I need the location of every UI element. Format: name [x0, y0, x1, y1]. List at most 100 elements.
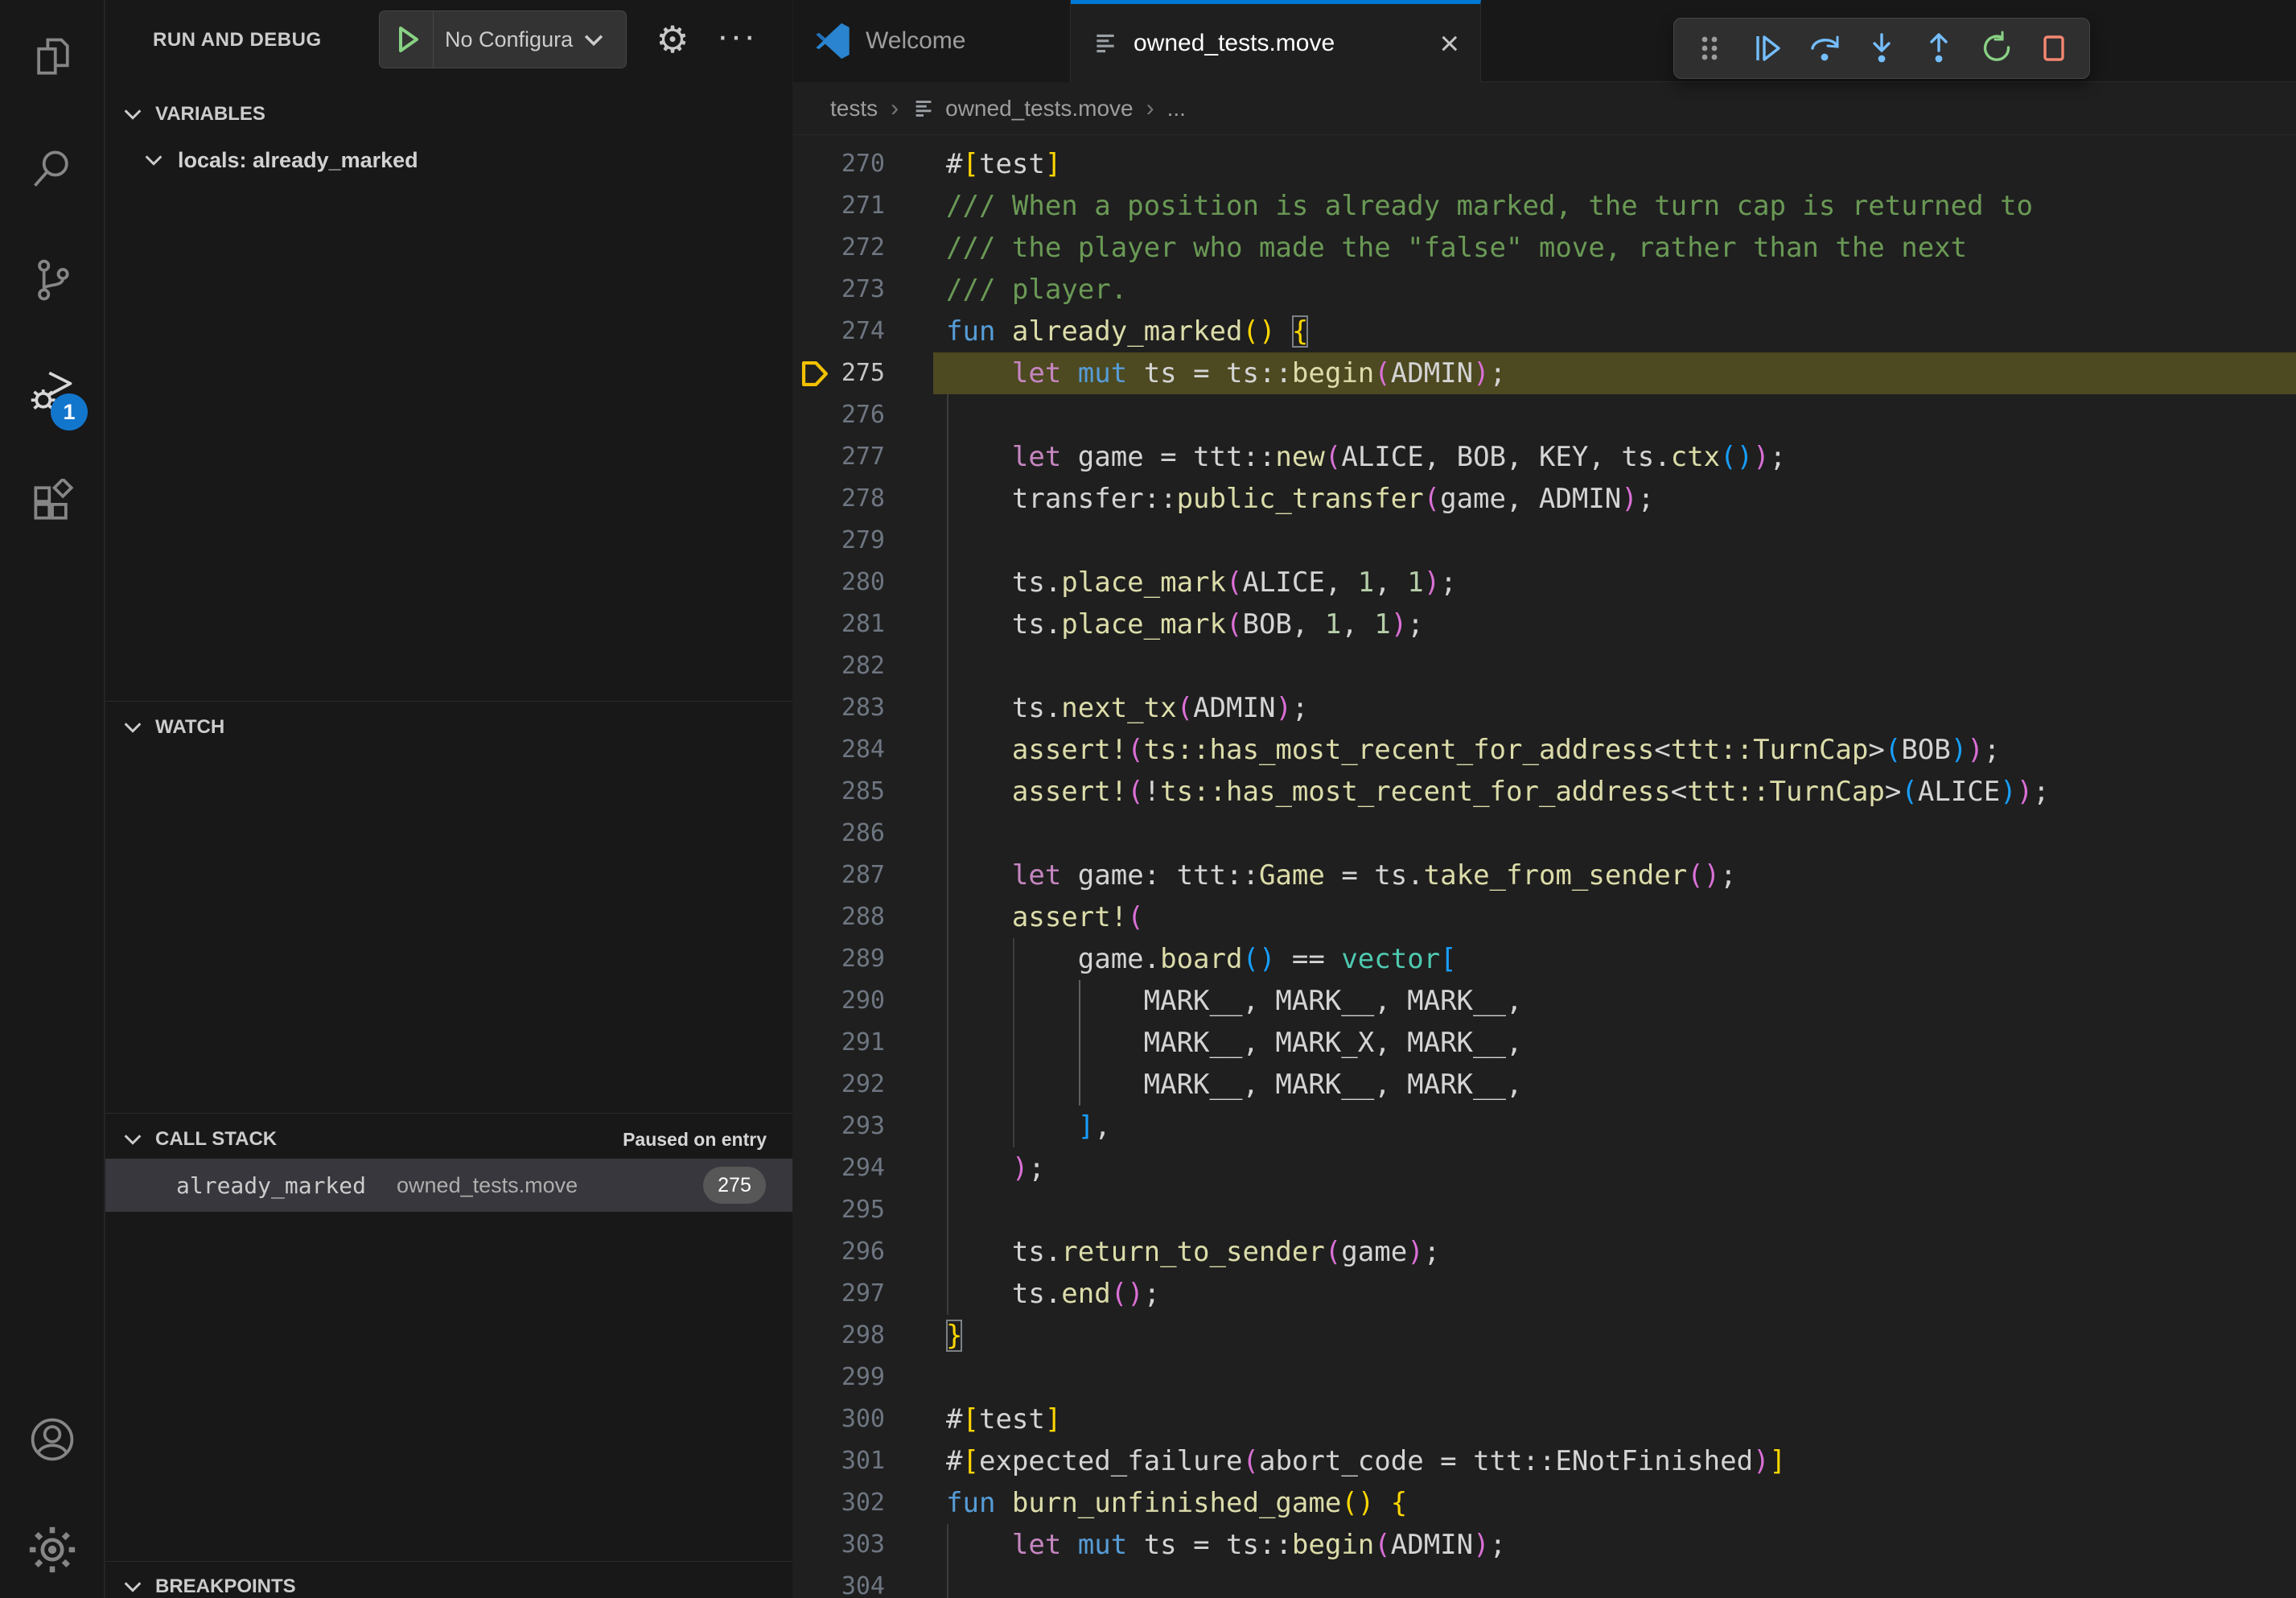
code-line-279[interactable]: 279	[793, 520, 2296, 562]
gutter-line-300[interactable]: 300	[793, 1398, 933, 1440]
gutter-line-303[interactable]: 303	[793, 1524, 933, 1566]
code-line-292[interactable]: 292 MARK__, MARK__, MARK__,	[793, 1064, 2296, 1106]
code-text[interactable]: #[test]	[933, 1398, 2296, 1440]
gutter-line-289[interactable]: 289	[793, 938, 933, 980]
gutter-line-280[interactable]: 280	[793, 562, 933, 603]
launch-configuration-dropdown[interactable]: No Configura	[379, 10, 627, 68]
account-icon[interactable]	[0, 1394, 104, 1485]
code-line-280[interactable]: 280 ts.place_mark(ALICE, 1, 1);	[793, 562, 2296, 603]
gutter-line-278[interactable]: 278	[793, 478, 933, 520]
gutter-line-284[interactable]: 284	[793, 729, 933, 771]
gutter-line-294[interactable]: 294	[793, 1147, 933, 1189]
code-line-272[interactable]: 272/// the player who made the "false" m…	[793, 227, 2296, 269]
code-text[interactable]	[933, 394, 2296, 436]
gutter-line-293[interactable]: 293	[793, 1106, 933, 1147]
source-control-icon[interactable]	[0, 235, 104, 325]
code-line-273[interactable]: 273/// player.	[793, 269, 2296, 311]
code-text[interactable]: let mut ts = ts::begin(ADMIN);	[933, 1524, 2296, 1566]
settings-gear-icon[interactable]	[0, 1505, 104, 1595]
gutter-line-275[interactable]: 275	[793, 352, 933, 394]
code-line-281[interactable]: 281 ts.place_mark(BOB, 1, 1);	[793, 603, 2296, 645]
code-text[interactable]: MARK__, MARK_X, MARK__,	[933, 1022, 2296, 1064]
code-text[interactable]: assert!(	[933, 896, 2296, 938]
code-line-302[interactable]: 302fun burn_unfinished_game() {	[793, 1482, 2296, 1524]
continue-button[interactable]	[1744, 26, 1789, 71]
code-text[interactable]: fun already_marked() {	[933, 311, 2296, 352]
code-line-284[interactable]: 284 assert!(ts::has_most_recent_for_addr…	[793, 729, 2296, 771]
gutter-line-290[interactable]: 290	[793, 980, 933, 1022]
gutter-line-286[interactable]: 286	[793, 813, 933, 855]
code-text[interactable]: game.board() == vector[	[933, 938, 2296, 980]
code-text[interactable]: ts.next_tx(ADMIN);	[933, 687, 2296, 729]
code-line-277[interactable]: 277 let game = ttt::new(ALICE, BOB, KEY,…	[793, 436, 2296, 478]
restart-button[interactable]	[1974, 26, 2019, 71]
code-line-296[interactable]: 296 ts.return_to_sender(game);	[793, 1231, 2296, 1273]
breadcrumb-tests[interactable]: tests	[830, 96, 878, 121]
gutter-line-270[interactable]: 270	[793, 143, 933, 185]
code-line-283[interactable]: 283 ts.next_tx(ADMIN);	[793, 687, 2296, 729]
gutter-line-297[interactable]: 297	[793, 1273, 933, 1315]
explorer-icon[interactable]	[0, 13, 104, 103]
code-text[interactable]: MARK__, MARK__, MARK__,	[933, 980, 2296, 1022]
gutter-line-281[interactable]: 281	[793, 603, 933, 645]
code-text[interactable]: ts.end();	[933, 1273, 2296, 1315]
code-text[interactable]	[933, 645, 2296, 687]
toolbar-drag-grip[interactable]	[1687, 26, 1732, 71]
gutter-line-296[interactable]: 296	[793, 1231, 933, 1273]
code-line-301[interactable]: 301#[expected_failure(abort_code = ttt::…	[793, 1440, 2296, 1482]
breadcrumb-symbol[interactable]: ...	[1167, 96, 1186, 121]
gutter-line-277[interactable]: 277	[793, 436, 933, 478]
code-text[interactable]: /// player.	[933, 269, 2296, 311]
code-line-299[interactable]: 299	[793, 1357, 2296, 1398]
code-line-282[interactable]: 282	[793, 645, 2296, 687]
code-line-303[interactable]: 303 let mut ts = ts::begin(ADMIN);	[793, 1524, 2296, 1566]
code-line-297[interactable]: 297 ts.end();	[793, 1273, 2296, 1315]
code-line-304[interactable]: 304	[793, 1566, 2296, 1598]
code-text[interactable]: ],	[933, 1106, 2296, 1147]
gutter-line-283[interactable]: 283	[793, 687, 933, 729]
gutter-line-292[interactable]: 292	[793, 1064, 933, 1106]
code-text[interactable]	[933, 1357, 2296, 1398]
gutter-line-295[interactable]: 295	[793, 1189, 933, 1231]
views-more-actions-icon[interactable]: ···	[710, 10, 763, 63]
call-stack-section-header[interactable]: CALL STACK Paused on entry	[105, 1118, 792, 1160]
code-text[interactable]: ts.place_mark(BOB, 1, 1);	[933, 603, 2296, 645]
code-text[interactable]: MARK__, MARK__, MARK__,	[933, 1064, 2296, 1106]
code-text[interactable]: ts.return_to_sender(game);	[933, 1231, 2296, 1273]
gutter-line-288[interactable]: 288	[793, 896, 933, 938]
call-stack-frame-row[interactable]: already_marked owned_tests.move 275	[105, 1159, 792, 1212]
code-line-290[interactable]: 290 MARK__, MARK__, MARK__,	[793, 980, 2296, 1022]
gutter-line-279[interactable]: 279	[793, 520, 933, 562]
search-icon[interactable]	[0, 124, 104, 214]
code-line-298[interactable]: 298}	[793, 1315, 2296, 1357]
code-line-288[interactable]: 288 assert!(	[793, 896, 2296, 938]
step-over-button[interactable]	[1802, 26, 1847, 71]
close-tab-icon[interactable]: ×	[1439, 27, 1459, 60]
debug-settings-gear-icon[interactable]: ⚙	[646, 13, 699, 66]
code-text[interactable]	[933, 1566, 2296, 1598]
tab-owned-tests[interactable]: owned_tests.move ×	[1071, 0, 1481, 82]
code-text[interactable]: #[test]	[933, 143, 2296, 185]
code-text[interactable]: assert!(ts::has_most_recent_for_address<…	[933, 729, 2296, 771]
code-text[interactable]	[933, 520, 2296, 562]
code-text[interactable]: let game: ttt::Game = ts.take_from_sende…	[933, 855, 2296, 896]
watch-section-header[interactable]: WATCH	[105, 706, 792, 748]
tab-welcome[interactable]: Welcome	[793, 0, 1071, 82]
code-text[interactable]: );	[933, 1147, 2296, 1189]
code-text[interactable]: transfer::public_transfer(game, ADMIN);	[933, 478, 2296, 520]
code-line-285[interactable]: 285 assert!(!ts::has_most_recent_for_add…	[793, 771, 2296, 813]
code-text[interactable]	[933, 813, 2296, 855]
code-line-295[interactable]: 295	[793, 1189, 2296, 1231]
code-line-293[interactable]: 293 ],	[793, 1106, 2296, 1147]
code-line-291[interactable]: 291 MARK__, MARK_X, MARK__,	[793, 1022, 2296, 1064]
code-line-271[interactable]: 271/// When a position is already marked…	[793, 185, 2296, 227]
gutter-line-274[interactable]: 274	[793, 311, 933, 352]
code-line-270[interactable]: 270#[test]	[793, 143, 2296, 185]
code-text[interactable]	[933, 1189, 2296, 1231]
code-text[interactable]: let mut ts = ts::begin(ADMIN);	[933, 352, 2296, 394]
code-line-278[interactable]: 278 transfer::public_transfer(game, ADMI…	[793, 478, 2296, 520]
breakpoints-section-header[interactable]: BREAKPOINTS	[105, 1566, 792, 1598]
gutter-line-302[interactable]: 302	[793, 1482, 933, 1524]
code-text[interactable]: assert!(!ts::has_most_recent_for_address…	[933, 771, 2296, 813]
code-line-289[interactable]: 289 game.board() == vector[	[793, 938, 2296, 980]
